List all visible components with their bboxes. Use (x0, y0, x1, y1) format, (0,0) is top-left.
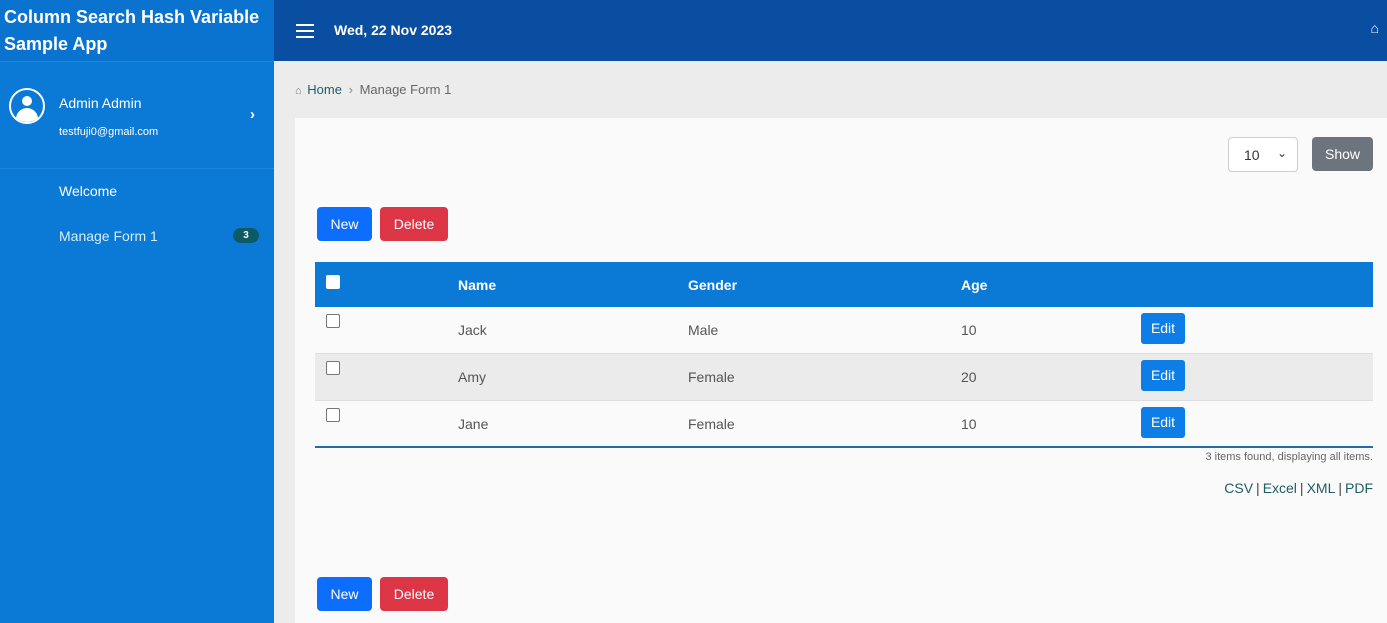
chevron-right-icon[interactable]: › (250, 106, 255, 123)
table-row: Jack Male 10 Edit (315, 307, 1373, 354)
select-all-checkbox[interactable] (326, 275, 340, 289)
export-csv-link[interactable]: CSV (1224, 480, 1253, 496)
header-name[interactable]: Name (458, 277, 496, 293)
breadcrumb-current: Manage Form 1 (359, 82, 452, 97)
header-gender[interactable]: Gender (688, 277, 737, 293)
export-separator: | (1256, 480, 1260, 496)
breadcrumb-home-link[interactable]: Home (307, 82, 342, 97)
row-checkbox[interactable] (326, 408, 340, 422)
export-pdf-link[interactable]: PDF (1345, 480, 1373, 496)
new-button-bottom[interactable]: New (317, 577, 372, 611)
show-button[interactable]: Show (1312, 137, 1373, 171)
delete-button-bottom[interactable]: Delete (380, 577, 448, 611)
header-age[interactable]: Age (961, 277, 987, 293)
edit-button[interactable]: Edit (1141, 360, 1185, 391)
data-table: Name Gender Age Jack Male 10 Edit Amy Fe… (315, 262, 1373, 448)
sidebar-item-manage-form-1[interactable]: Manage Form 1 (59, 228, 158, 244)
chevron-down-icon: ⌄ (1276, 146, 1287, 160)
cell-age: 10 (961, 416, 977, 432)
export-separator: | (1299, 480, 1304, 496)
cell-name: Amy (458, 369, 486, 385)
home-icon[interactable]: ⌂ (1371, 20, 1379, 36)
export-separator: | (1338, 480, 1342, 496)
app-title-line1: Column Search Hash Variable (4, 7, 260, 27)
row-checkbox[interactable] (326, 314, 340, 328)
breadcrumb-separator-icon: › (348, 82, 353, 97)
content-panel: 10 ⌄ Show New Delete Name Gender Age Jac… (295, 118, 1387, 623)
edit-button[interactable]: Edit (1141, 407, 1185, 438)
cell-age: 20 (961, 369, 977, 385)
new-button-top[interactable]: New (317, 207, 372, 241)
hamburger-icon[interactable] (296, 24, 314, 38)
manage-form-count-badge: 3 (233, 228, 259, 243)
export-excel-link[interactable]: Excel (1263, 480, 1297, 496)
cell-name: Jane (458, 416, 489, 432)
app-title-line2: Sample App (4, 34, 108, 54)
cell-gender: Female (688, 416, 735, 432)
export-xml-link[interactable]: XML (1307, 480, 1336, 496)
cell-age: 10 (961, 322, 977, 338)
delete-button-top[interactable]: Delete (380, 207, 448, 241)
cell-name: Jack (458, 322, 487, 338)
cell-gender: Female (688, 369, 735, 385)
cell-gender: Male (688, 322, 719, 338)
sidebar-item-welcome[interactable]: Welcome (59, 183, 117, 199)
user-panel[interactable]: Admin Admin testfuji0@gmail.com › (0, 62, 274, 169)
row-checkbox[interactable] (326, 361, 340, 375)
items-found-summary: 3 items found, displaying all items. (1205, 451, 1373, 463)
table-row: Amy Female 20 Edit (315, 354, 1373, 401)
breadcrumb: ⌂ Home › Manage Form 1 (295, 82, 451, 97)
table-row: Jane Female 10 Edit (315, 401, 1373, 448)
edit-button[interactable]: Edit (1141, 313, 1185, 344)
sidebar: Column Search Hash Variable Sample App A… (0, 0, 274, 623)
table-header: Name Gender Age (315, 262, 1373, 307)
user-email: testfuji0@gmail.com (59, 126, 159, 138)
home-icon: ⌂ (295, 85, 302, 97)
app-title[interactable]: Column Search Hash Variable Sample App (0, 0, 274, 62)
page-size-select[interactable]: 10 ⌄ (1228, 137, 1298, 172)
current-date: Wed, 22 Nov 2023 (334, 22, 453, 38)
export-links: CSV | Excel | XML | PDF (1224, 480, 1373, 496)
user-avatar-icon (9, 88, 45, 124)
page-size-value: 10 (1244, 147, 1260, 163)
top-bar: Wed, 22 Nov 2023 ⌂ (274, 0, 1387, 61)
user-name: Admin Admin (59, 95, 142, 111)
